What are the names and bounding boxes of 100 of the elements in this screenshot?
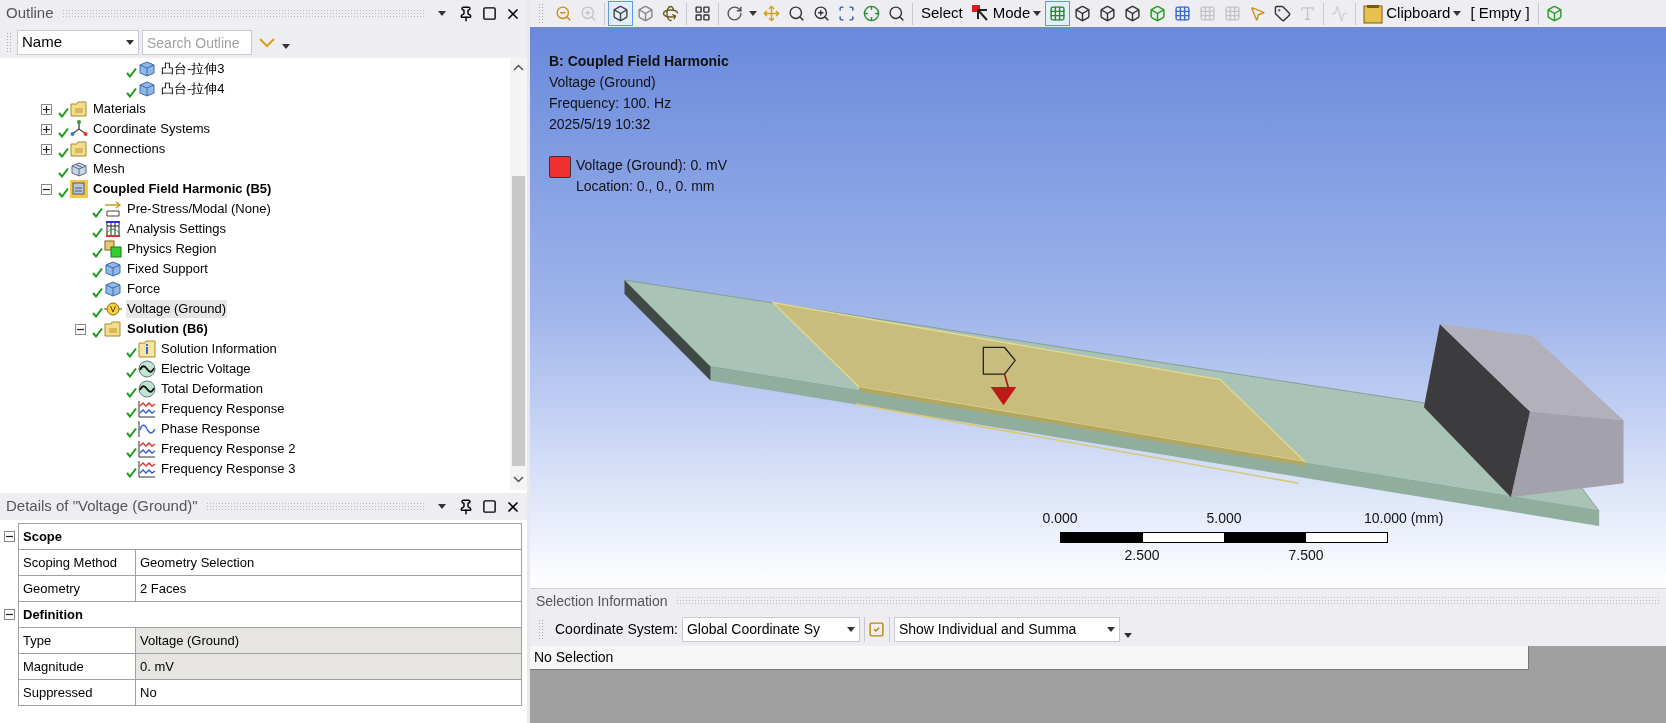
- maximize-icon[interactable]: [482, 499, 497, 514]
- clipboard-icon: [1363, 3, 1384, 24]
- check-icon: [126, 407, 137, 418]
- grid-icon: [1049, 5, 1067, 22]
- field-label: Coordinate System:: [555, 620, 678, 639]
- tree-item[interactable]: Pre-Stress/Modal (None): [126, 200, 272, 218]
- property-value[interactable]: Geometry Selection: [136, 549, 522, 575]
- caret-icon: [438, 11, 446, 16]
- tree-item[interactable]: Mesh: [92, 160, 126, 178]
- toolbar-button[interactable]: [ Empty ]: [1465, 1, 1535, 26]
- toolbar-button[interactable]: Select: [916, 1, 968, 26]
- pin-icon[interactable]: [458, 5, 474, 22]
- cube-icon: [1149, 5, 1167, 22]
- tree-item[interactable]: Force: [126, 280, 162, 298]
- check-icon: [126, 427, 137, 438]
- check-icon: [126, 447, 137, 458]
- caret-icon: [846, 627, 855, 632]
- wave-icon: [138, 380, 156, 398]
- tree-item[interactable]: Solution Information: [160, 340, 278, 358]
- checkbox-icon-button[interactable]: [863, 617, 890, 642]
- rotate-icon: [726, 5, 743, 22]
- coordinate-system-select[interactable]: Global Coordinate Sy: [681, 617, 860, 642]
- check-icon: [126, 387, 137, 398]
- probe-marker-icon: [982, 346, 1017, 406]
- line-chart-icon: [1331, 5, 1349, 22]
- expander-button[interactable]: [40, 123, 52, 135]
- grid-icon: [104, 220, 122, 238]
- caret-icon: [126, 40, 134, 45]
- check-icon: [92, 247, 103, 258]
- tree-item[interactable]: Physics Region: [126, 240, 218, 258]
- display-mode-select[interactable]: Show Individual and Summa: [893, 617, 1120, 642]
- expander-button[interactable]: [74, 323, 86, 335]
- property-value[interactable]: No: [136, 679, 522, 705]
- check-icon: [58, 127, 69, 138]
- search-field[interactable]: Search Outline: [142, 30, 252, 55]
- scrollbar-thumb[interactable]: [512, 176, 525, 466]
- tree-item[interactable]: 凸台-拉伸3: [160, 60, 226, 78]
- check-icon: [92, 227, 103, 238]
- folder-icon: [70, 100, 88, 118]
- voltage-icon: [104, 300, 122, 318]
- tree-item[interactable]: Phase Response: [160, 420, 261, 438]
- result-info-text: Frequency: 100. Hz: [549, 94, 673, 113]
- check-icon: [126, 467, 137, 478]
- expander-button[interactable]: [40, 143, 52, 155]
- property-value[interactable]: 2 Faces: [136, 575, 522, 601]
- scroll-down-icon[interactable]: [513, 476, 524, 483]
- text-icon: [1299, 5, 1317, 22]
- caret-icon: [1033, 11, 1042, 16]
- checkbox-icon: [868, 621, 886, 638]
- caret-icon: [749, 11, 757, 16]
- check-icon: [92, 307, 103, 318]
- tree-item[interactable]: Total Deformation: [160, 380, 264, 398]
- pointer-icon: [1249, 5, 1267, 22]
- zoom-out-icon: [555, 5, 572, 22]
- info-folder-icon: [138, 340, 156, 358]
- toolbar-menu-button[interactable]: Clipboard: [1359, 1, 1466, 26]
- scroll-up-icon[interactable]: [513, 64, 524, 71]
- tree-item[interactable]: Voltage (Ground): [126, 300, 227, 318]
- caret-icon: [282, 44, 290, 49]
- tree-item[interactable]: Materials: [92, 100, 147, 118]
- tree-item[interactable]: Electric Voltage: [160, 360, 252, 378]
- tree-item[interactable]: Coupled Field Harmonic (B5): [92, 180, 273, 198]
- scale-label: 0.000: [1042, 509, 1078, 528]
- wave-icon: [138, 360, 156, 378]
- check-icon: [92, 327, 103, 338]
- plus-icon: [42, 125, 50, 133]
- tree-item[interactable]: Frequency Response: [160, 400, 286, 418]
- toolbar-icon-button[interactable]: [608, 1, 633, 26]
- toolbar-menu-button[interactable]: Mode: [967, 1, 1046, 26]
- tree-item[interactable]: Fixed Support: [126, 260, 209, 278]
- check-icon: [92, 287, 103, 298]
- expander-button[interactable]: [40, 183, 52, 195]
- scrollbar[interactable]: [510, 58, 527, 490]
- tree-item[interactable]: Analysis Settings: [126, 220, 227, 238]
- check-icon: [58, 107, 69, 118]
- tree-item[interactable]: 凸台-拉伸4: [160, 80, 226, 98]
- phase-chart-icon: [138, 420, 156, 438]
- cube-rotate-icon: [662, 5, 679, 22]
- panel-title: Selection Information: [536, 591, 668, 611]
- pin-icon[interactable]: [458, 498, 474, 515]
- tree-item[interactable]: Solution (B6): [126, 320, 209, 338]
- property-value[interactable]: 0. mV: [136, 653, 522, 679]
- tree-item[interactable]: Coordinate Systems: [92, 120, 212, 138]
- check-icon: [92, 267, 103, 278]
- analysis-icon: [70, 180, 88, 198]
- grid-icon: [694, 5, 711, 22]
- expander-button[interactable]: [3, 608, 15, 620]
- tree-item[interactable]: Connections: [92, 140, 167, 158]
- scale-label: 7.500: [1288, 546, 1324, 565]
- expander-button[interactable]: [40, 103, 52, 115]
- arrow-icon: [104, 200, 122, 218]
- property-value[interactable]: Voltage (Ground): [136, 627, 522, 653]
- expander-button[interactable]: [3, 530, 15, 542]
- check-icon: [126, 87, 137, 98]
- tree-item[interactable]: Frequency Response 3: [160, 460, 297, 478]
- column-select[interactable]: Name: [17, 30, 139, 55]
- tree-item[interactable]: Frequency Response 2: [160, 440, 297, 458]
- maximize-icon[interactable]: [482, 6, 497, 21]
- check-icon: [58, 187, 69, 198]
- magnifier-icon: [788, 5, 805, 22]
